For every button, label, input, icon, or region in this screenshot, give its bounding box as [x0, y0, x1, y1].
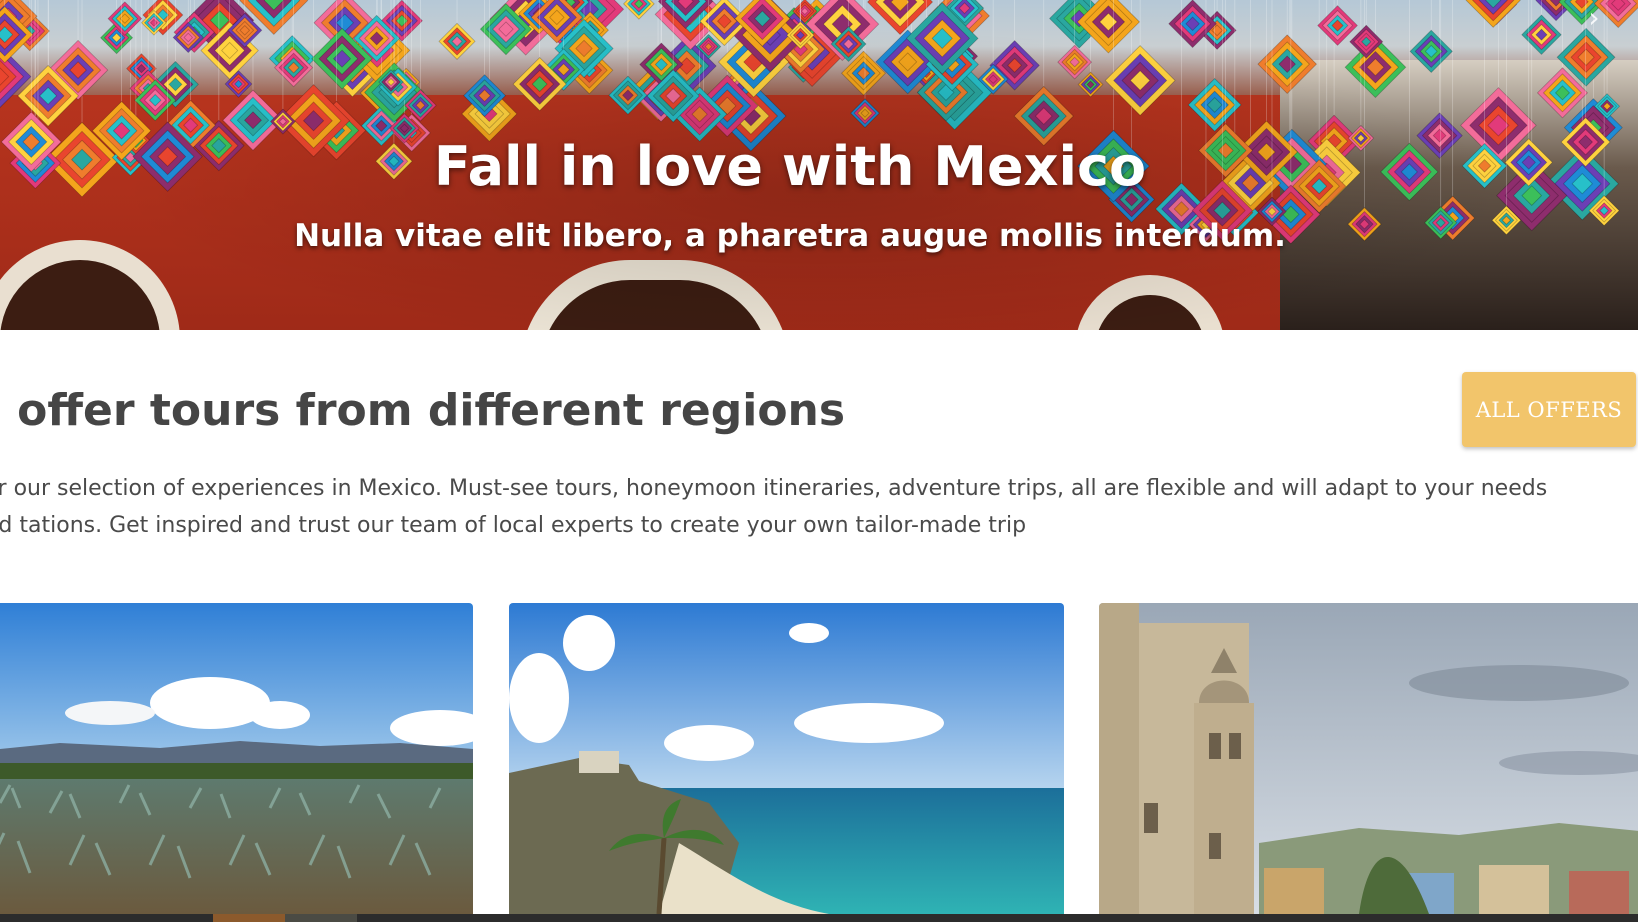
hero-subtitle: Nulla vitae elit libero, a pharetra augu…	[294, 218, 1286, 254]
all-offers-button[interactable]: ALL OFFERS	[1462, 372, 1636, 447]
section-heading: e offer tours from different regions	[0, 385, 846, 436]
tour-card[interactable]	[1099, 603, 1638, 914]
caribbean-beach-ruins-photo	[509, 603, 1064, 914]
hero-banner: Fall in love with Mexico Nulla vitae eli…	[0, 0, 1638, 330]
agave-field-photo	[0, 603, 473, 914]
bottom-strip	[0, 914, 1638, 922]
hero-title: Fall in love with Mexico	[433, 135, 1147, 198]
tour-card[interactable]	[0, 603, 473, 914]
colonial-church-town-photo	[1099, 603, 1638, 914]
tour-card[interactable]	[509, 603, 1064, 914]
chevron-right-icon[interactable]: ›	[1580, 4, 1608, 32]
intro-paragraph: ver our selection of experiences in Mexi…	[0, 476, 1548, 538]
